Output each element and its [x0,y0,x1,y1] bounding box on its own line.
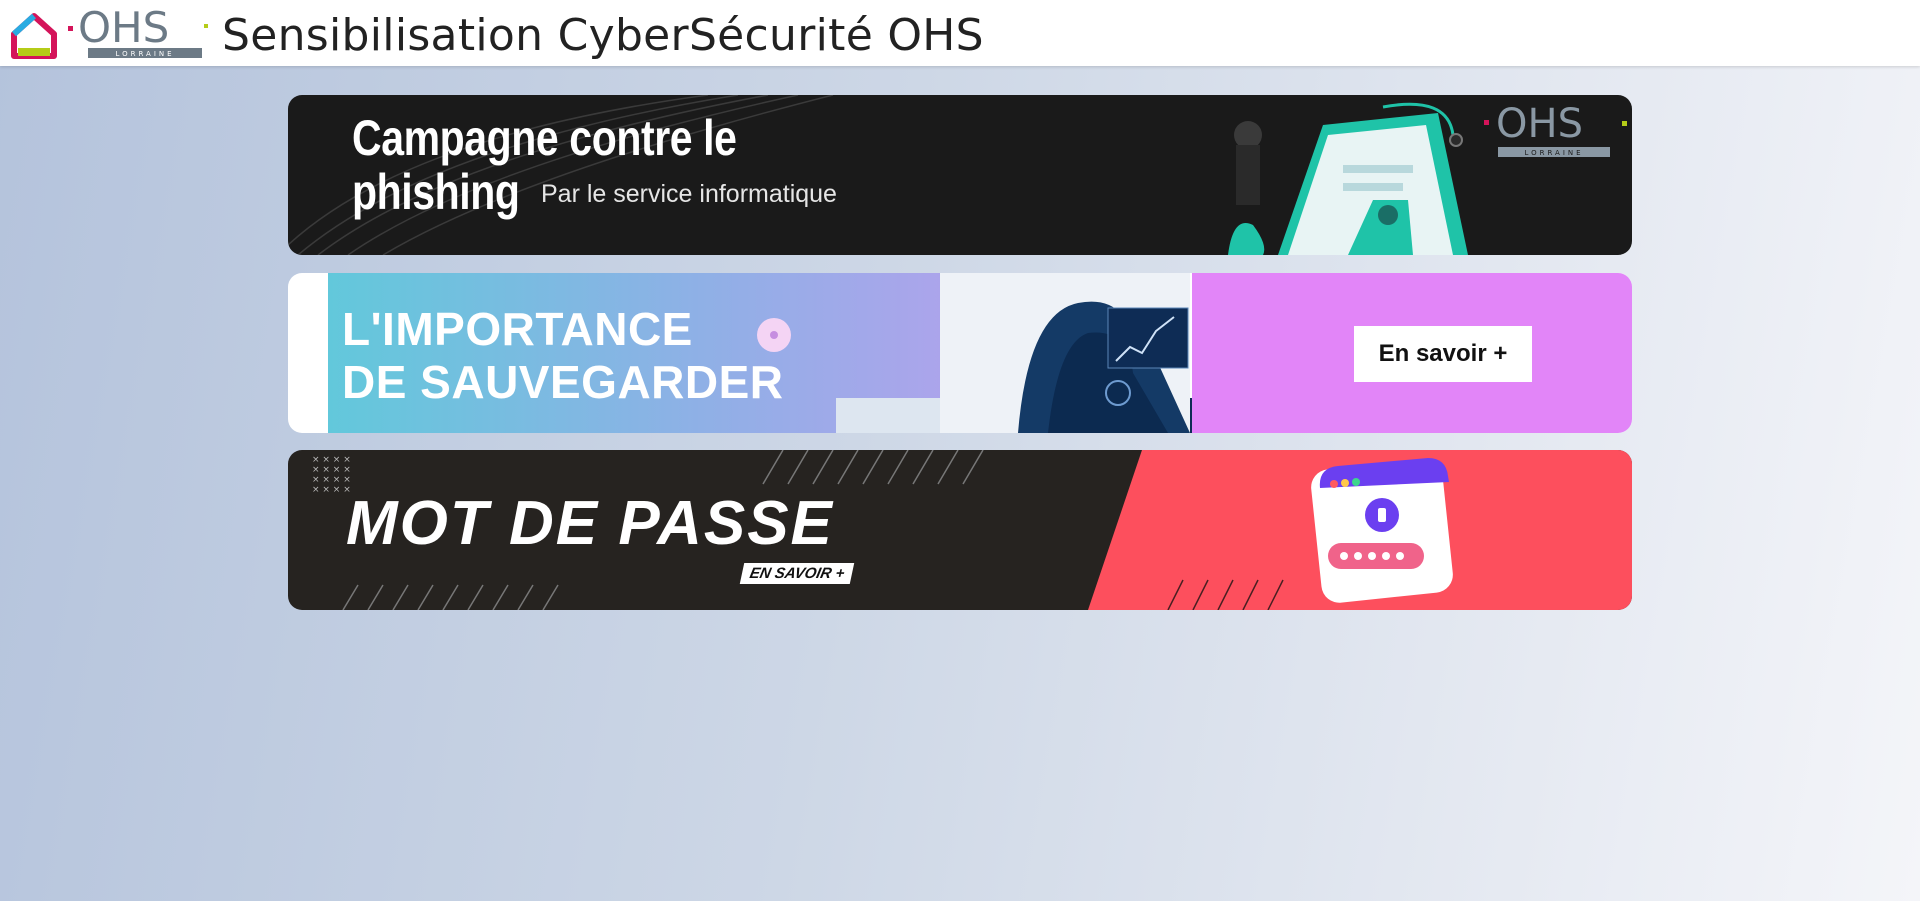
phishing-title-line1: Campagne contre le [352,110,737,166]
en-savoir-plus-tag[interactable]: EN SAVOIR + [739,563,855,584]
svg-text:× × × ×: × × × × [312,455,351,465]
svg-text:LORRAINE: LORRAINE [1524,149,1583,157]
svg-text:× × × ×: × × × × [312,475,351,485]
en-savoir-plus-button[interactable]: En savoir + [1354,326,1532,382]
ohs-logo[interactable]: OHS LORRAINE [8,4,208,64]
site-header: OHS LORRAINE Sensibilisation CyberSécuri… [0,0,1920,66]
backup-title: L'IMPORTANCE DE SAUVEGARDER [342,303,784,409]
svg-text:× × × ×: × × × × [312,465,351,475]
backup-title-line2: DE SAUVEGARDER [342,356,784,408]
svg-text:× × × ×: × × × × [312,485,351,495]
backup-importance-banner[interactable]: L'IMPORTANCE DE SAUVEGARDER En savoir + [288,273,1632,433]
phishing-campaign-banner[interactable]: OHS LORRAINE Campagne contre le phishing… [288,95,1632,255]
backup-title-line1: L'IMPORTANCE [342,303,693,355]
logo-subtext: LORRAINE [115,50,174,58]
password-title: MOT DE PASSE [346,489,834,558]
password-banner[interactable]: × × × × × × × × × × × × × × × × MOT DE PAS… [288,450,1632,610]
phishing-subtitle: Par le service informatique [541,180,837,208]
banner-ohs-logo: OHS LORRAINE [1484,101,1627,157]
page-title: Sensibilisation CyberSécurité OHS [222,10,984,61]
svg-text:OHS: OHS [1496,101,1583,147]
hacker-illustration [1228,102,1468,255]
logo-text: OHS [78,4,169,52]
login-window-icon [1311,458,1453,603]
